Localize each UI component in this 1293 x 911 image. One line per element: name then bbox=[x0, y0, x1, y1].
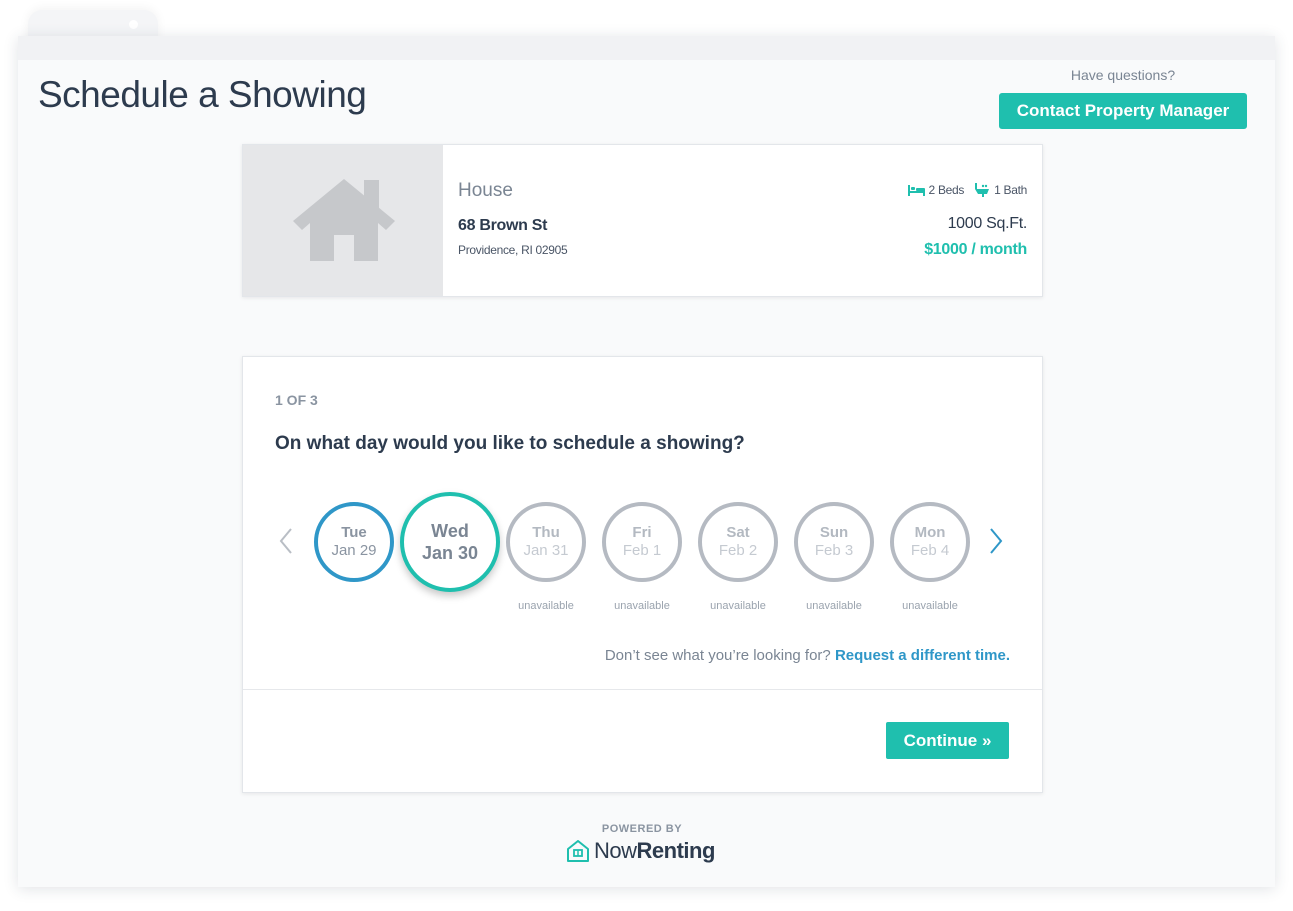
day-date: Feb 1 bbox=[622, 542, 662, 559]
chevron-left-icon[interactable] bbox=[279, 528, 293, 554]
day-option-sun[interactable]: Sun Feb 3 bbox=[794, 502, 874, 582]
request-prompt: Don’t see what you’re looking for? Reque… bbox=[605, 647, 1010, 664]
beds-count: 2 Beds bbox=[928, 183, 965, 197]
day-option-mon[interactable]: Mon Feb 4 bbox=[890, 502, 970, 582]
day-name: Wed bbox=[431, 521, 469, 541]
contact-property-manager-button[interactable]: Contact Property Manager bbox=[999, 93, 1247, 129]
chevron-right-icon[interactable] bbox=[989, 528, 1003, 554]
logo-word-now: Now bbox=[594, 838, 637, 863]
unavailable-label: unavailable bbox=[902, 600, 958, 612]
day-name: Sat bbox=[726, 524, 750, 541]
day-date: Feb 3 bbox=[814, 542, 854, 559]
help-label: Have questions? bbox=[1070, 67, 1176, 83]
baths-count: 1 Bath bbox=[994, 183, 1027, 197]
request-prompt-text: Don’t see what you’re looking for? bbox=[604, 647, 831, 664]
request-different-time-link[interactable]: Request a different time. bbox=[835, 647, 1010, 664]
property-city: Providence, RI 02905 bbox=[458, 243, 568, 257]
property-type: House bbox=[458, 180, 513, 201]
unavailable-label: unavailable bbox=[614, 600, 670, 612]
property-photo-placeholder bbox=[243, 145, 443, 296]
logo-wordmark: NowRenting bbox=[594, 838, 715, 864]
day-date: Jan 29 bbox=[331, 542, 377, 559]
day-option-sat[interactable]: Sat Feb 2 bbox=[698, 502, 778, 582]
house-icon bbox=[293, 179, 395, 261]
nowrenting-logo-icon bbox=[567, 840, 589, 862]
day-date: Jan 31 bbox=[523, 542, 569, 559]
bed-icon bbox=[907, 184, 925, 196]
unavailable-label: unavailable bbox=[710, 600, 766, 612]
day-name: Sun bbox=[819, 524, 849, 541]
property-card: House 68 Brown St Providence, RI 02905 2… bbox=[242, 144, 1043, 297]
day-option-thu[interactable]: Thu Jan 31 bbox=[506, 502, 586, 582]
day-name: Tue bbox=[341, 524, 367, 541]
property-street: 68 Brown St bbox=[458, 217, 548, 234]
unavailable-label: unavailable bbox=[518, 600, 574, 612]
card-divider bbox=[243, 689, 1042, 690]
day-name: Thu bbox=[532, 524, 560, 541]
schedule-card: 1 OF 3 On what day would you like to sch… bbox=[242, 356, 1043, 793]
day-date: Feb 2 bbox=[718, 542, 758, 559]
logo-word-renting: Renting bbox=[636, 838, 716, 863]
day-name: Fri bbox=[632, 524, 652, 541]
unavailable-label: unavailable bbox=[806, 600, 862, 612]
window-top-bar bbox=[18, 36, 1275, 60]
tab-indicator-dot bbox=[129, 20, 138, 29]
powered-by-label: POWERED BY bbox=[601, 823, 683, 835]
property-sqft: 1000 Sq.Ft. bbox=[947, 215, 1028, 232]
property-features: 2 Beds 1 Bath bbox=[907, 183, 1027, 197]
day-name: Mon bbox=[914, 524, 946, 541]
day-date: Feb 4 bbox=[910, 542, 950, 559]
day-option-fri[interactable]: Fri Feb 1 bbox=[602, 502, 682, 582]
page-title: Schedule a Showing bbox=[38, 74, 367, 115]
bath-icon bbox=[975, 183, 990, 197]
day-option-wed-selected[interactable]: Wed Jan 30 bbox=[400, 492, 500, 592]
day-date: Jan 30 bbox=[421, 543, 479, 563]
day-option-tue[interactable]: Tue Jan 29 bbox=[314, 502, 394, 582]
nowrenting-logo[interactable]: NowRenting bbox=[567, 838, 715, 864]
schedule-question: On what day would you like to schedule a… bbox=[275, 433, 745, 454]
step-indicator: 1 OF 3 bbox=[275, 392, 318, 408]
app-window: Schedule a Showing Have questions? Conta… bbox=[18, 36, 1275, 887]
continue-button[interactable]: Continue » bbox=[886, 722, 1009, 759]
property-rent: $1000 / month bbox=[924, 241, 1027, 258]
